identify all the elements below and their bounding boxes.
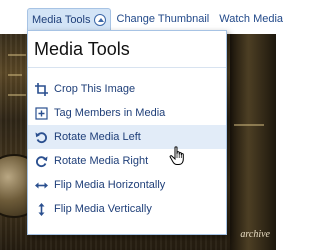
receiver-dial-line (234, 124, 264, 126)
tab-watch-media[interactable]: Watch Media (215, 8, 287, 30)
receiver-side-strip (230, 34, 276, 250)
flip-horizontal-icon (35, 179, 48, 192)
tab-media-tools-label: Media Tools (32, 13, 91, 26)
chevron-up-icon[interactable] (93, 13, 106, 26)
menu-item-crop[interactable]: Crop This Image (28, 77, 226, 101)
rotate-right-icon (35, 155, 48, 168)
rotate-left-icon (35, 131, 48, 144)
receiver-dial-line (8, 94, 26, 96)
crop-icon (35, 82, 48, 96)
menu-item-label: Flip Media Vertically (54, 203, 152, 215)
menu-item-label: Tag Members in Media (54, 107, 166, 119)
receiver-dial-line (8, 54, 26, 56)
menu-divider (28, 67, 226, 68)
menu-item-label: Rotate Media Right (54, 155, 149, 167)
menu-item-rotate-right[interactable]: Rotate Media Right (28, 149, 226, 173)
menu-item-label: Crop This Image (54, 83, 136, 95)
photo-caption: archive (240, 229, 270, 240)
menu-title: Media Tools (34, 39, 130, 59)
flip-vertical-icon (35, 202, 48, 216)
receiver-dial-line (8, 74, 22, 76)
menu-item-tag-members[interactable]: Tag Members in Media (28, 101, 226, 125)
media-tools-menu: Media Tools Crop This Image Tag Members … (27, 30, 227, 235)
menu-item-label: Rotate Media Left (54, 131, 141, 143)
tab-media-tools[interactable]: Media Tools (27, 8, 111, 30)
menu-item-flip-horizontal[interactable]: Flip Media Horizontally (28, 173, 226, 197)
tag-members-icon (35, 106, 48, 120)
menu-list: Crop This Image Tag Members in Media Rot… (28, 77, 226, 221)
menu-item-label: Flip Media Horizontally (54, 179, 166, 191)
media-tabbar: Media Tools Change Thumbnail Watch Media (0, 8, 283, 30)
menu-item-rotate-left[interactable]: Rotate Media Left (28, 125, 226, 149)
menu-item-flip-vertical[interactable]: Flip Media Vertically (28, 197, 226, 221)
tab-change-thumbnail[interactable]: Change Thumbnail (113, 8, 214, 30)
